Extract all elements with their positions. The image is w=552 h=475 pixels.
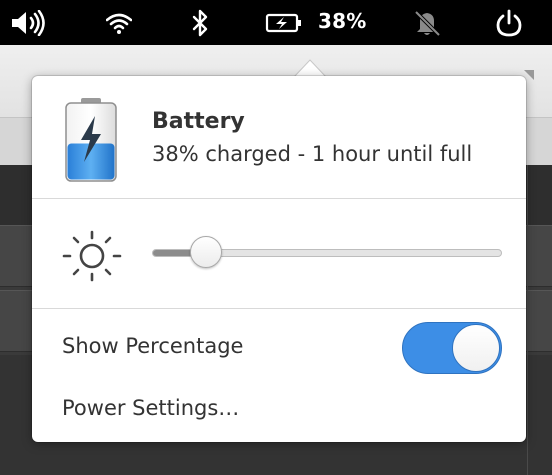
notifications-indicator[interactable] bbox=[406, 0, 448, 45]
notifications-off-icon bbox=[414, 10, 441, 36]
show-percentage-toggle[interactable] bbox=[402, 322, 502, 374]
separator bbox=[32, 198, 526, 199]
separator bbox=[32, 308, 526, 309]
resize-grip-icon bbox=[524, 70, 534, 80]
wifi-icon bbox=[106, 13, 132, 34]
brightness-slider-fill bbox=[153, 250, 195, 256]
wifi-indicator[interactable] bbox=[100, 0, 138, 45]
volume-indicator[interactable] bbox=[6, 0, 52, 45]
show-percentage-label[interactable]: Show Percentage bbox=[62, 334, 243, 358]
bluetooth-icon bbox=[192, 9, 208, 36]
top-panel: 38% bbox=[0, 0, 552, 45]
background-divider bbox=[527, 165, 528, 475]
power-icon bbox=[496, 9, 522, 36]
power-settings-item[interactable]: Power Settings… bbox=[62, 396, 239, 420]
panel-battery-percent[interactable]: 38% bbox=[318, 9, 366, 33]
battery-charging-icon bbox=[265, 13, 301, 32]
brightness-slider-handle[interactable] bbox=[190, 236, 222, 268]
battery-indicator[interactable] bbox=[263, 0, 305, 45]
bluetooth-indicator[interactable] bbox=[183, 0, 217, 45]
popover-title: Battery bbox=[152, 109, 245, 134]
volume-icon bbox=[12, 9, 45, 36]
battery-large-icon bbox=[63, 96, 119, 188]
toggle-knob bbox=[452, 324, 500, 372]
power-indicator[interactable] bbox=[488, 0, 530, 45]
brightness-icon bbox=[60, 228, 124, 288]
battery-status-text: 38% charged - 1 hour until full bbox=[152, 142, 473, 166]
battery-popover: Battery 38% charged - 1 hour until full … bbox=[32, 76, 526, 442]
